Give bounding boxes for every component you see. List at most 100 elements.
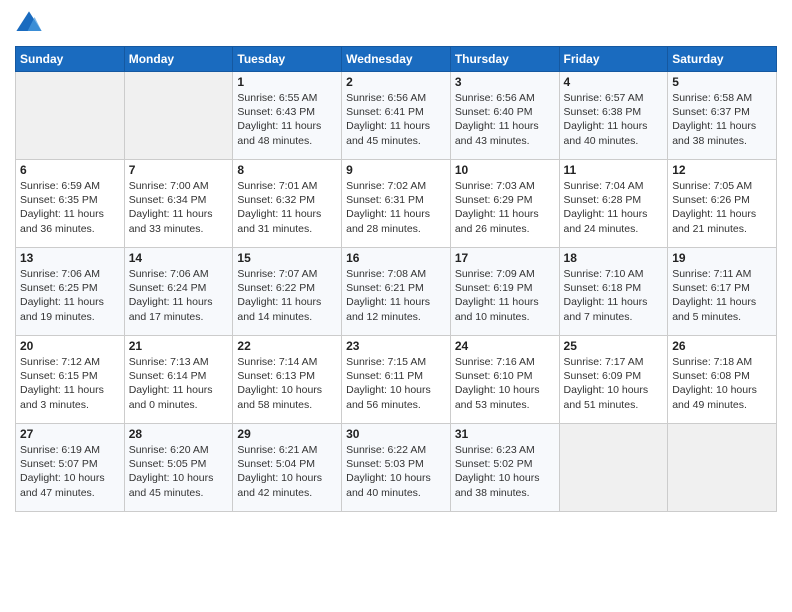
day-info: Sunrise: 7:12 AM Sunset: 6:15 PM Dayligh… — [20, 355, 120, 412]
day-number: 11 — [564, 163, 664, 177]
calendar-cell: 4Sunrise: 6:57 AM Sunset: 6:38 PM Daylig… — [559, 72, 668, 160]
day-info: Sunrise: 7:14 AM Sunset: 6:13 PM Dayligh… — [237, 355, 337, 412]
calendar-cell: 3 Sunrise: 6:56 AM Sunset: 6:40 PM Daylig… — [450, 72, 559, 160]
day-number: 26 — [672, 339, 772, 353]
day-info: Sunrise: 7:07 AM Sunset: 6:22 PM Dayligh… — [237, 267, 337, 324]
weekday-header-thursday: Thursday — [450, 47, 559, 72]
calendar-body: 1 Sunrise: 6:55 AM Sunset: 6:43 PM Daylig… — [16, 72, 777, 512]
day-info: Sunrise: 7:09 AM Sunset: 6:19 PM Dayligh… — [455, 267, 555, 324]
calendar-cell: 14 Sunrise: 7:06 AM Sunset: 6:24 PM Dayli… — [124, 248, 233, 336]
calendar-cell: 13 Sunrise: 7:06 AM Sunset: 6:25 PM Dayli… — [16, 248, 125, 336]
calendar-cell: 12 Sunrise: 7:05 AM Sunset: 6:26 PM Dayli… — [668, 160, 777, 248]
calendar-cell: 1 Sunrise: 6:55 AM Sunset: 6:43 PM Daylig… — [233, 72, 342, 160]
calendar-table: SundayMondayTuesdayWednesdayThursdayFrid… — [15, 46, 777, 512]
day-info: Sunrise: 6:56 AM Sunset: 6:40 PM Dayligh… — [455, 91, 555, 148]
day-number: 24 — [455, 339, 555, 353]
day-info: Sunrise: 7:03 AM Sunset: 6:29 PM Dayligh… — [455, 179, 555, 236]
day-number: 17 — [455, 251, 555, 265]
day-info: Sunrise: 6:22 AM Sunset: 5:03 PM Dayligh… — [346, 443, 446, 500]
calendar-cell: 9 Sunrise: 7:02 AM Sunset: 6:31 PM Daylig… — [342, 160, 451, 248]
calendar-cell: 31 Sunrise: 6:23 AM Sunset: 5:02 PM Dayli… — [450, 424, 559, 512]
calendar-cell: 24 Sunrise: 7:16 AM Sunset: 6:10 PM Dayli… — [450, 336, 559, 424]
calendar-cell: 17 Sunrise: 7:09 AM Sunset: 6:19 PM Dayli… — [450, 248, 559, 336]
day-info: Sunrise: 6:55 AM Sunset: 6:43 PM Dayligh… — [237, 91, 337, 148]
day-number: 21 — [129, 339, 229, 353]
calendar-cell — [559, 424, 668, 512]
day-number: 19 — [672, 251, 772, 265]
day-number: 8 — [237, 163, 337, 177]
day-number: 13 — [20, 251, 120, 265]
day-info: Sunrise: 7:10 AM Sunset: 6:18 PM Dayligh… — [564, 267, 664, 324]
calendar-cell — [16, 72, 125, 160]
day-info: Sunrise: 6:19 AM Sunset: 5:07 PM Dayligh… — [20, 443, 120, 500]
day-number: 20 — [20, 339, 120, 353]
day-number: 1 — [237, 75, 337, 89]
day-info: Sunrise: 6:23 AM Sunset: 5:02 PM Dayligh… — [455, 443, 555, 500]
day-info: Sunrise: 6:59 AM Sunset: 6:35 PM Dayligh… — [20, 179, 120, 236]
calendar-cell: 26 Sunrise: 7:18 AM Sunset: 6:08 PM Dayli… — [668, 336, 777, 424]
calendar-cell: 6 Sunrise: 6:59 AM Sunset: 6:35 PM Daylig… — [16, 160, 125, 248]
day-number: 10 — [455, 163, 555, 177]
day-number: 3 — [455, 75, 555, 89]
day-info: Sunrise: 7:16 AM Sunset: 6:10 PM Dayligh… — [455, 355, 555, 412]
logo-icon — [15, 10, 43, 38]
day-number: 28 — [129, 427, 229, 441]
calendar-cell: 8 Sunrise: 7:01 AM Sunset: 6:32 PM Daylig… — [233, 160, 342, 248]
weekday-header-saturday: Saturday — [668, 47, 777, 72]
day-number: 23 — [346, 339, 446, 353]
day-number: 27 — [20, 427, 120, 441]
day-info: Sunrise: 7:06 AM Sunset: 6:24 PM Dayligh… — [129, 267, 229, 324]
day-info: Sunrise: 7:01 AM Sunset: 6:32 PM Dayligh… — [237, 179, 337, 236]
day-info: Sunrise: 7:08 AM Sunset: 6:21 PM Dayligh… — [346, 267, 446, 324]
day-number: 15 — [237, 251, 337, 265]
calendar-cell: 27 Sunrise: 6:19 AM Sunset: 5:07 PM Dayli… — [16, 424, 125, 512]
calendar-cell: 2Sunrise: 6:56 AM Sunset: 6:41 PM Daylig… — [342, 72, 451, 160]
day-number: 22 — [237, 339, 337, 353]
day-info: Sunrise: 7:04 AM Sunset: 6:28 PM Dayligh… — [564, 179, 664, 236]
calendar-cell: 19Sunrise: 7:11 AM Sunset: 6:17 PM Dayli… — [668, 248, 777, 336]
day-info: Sunrise: 7:06 AM Sunset: 6:25 PM Dayligh… — [20, 267, 120, 324]
calendar-cell: 10 Sunrise: 7:03 AM Sunset: 6:29 PM Dayli… — [450, 160, 559, 248]
day-number: 12 — [672, 163, 772, 177]
page-container: SundayMondayTuesdayWednesdayThursdayFrid… — [0, 0, 792, 522]
calendar-cell: 22 Sunrise: 7:14 AM Sunset: 6:13 PM Dayli… — [233, 336, 342, 424]
calendar-week-2: 6 Sunrise: 6:59 AM Sunset: 6:35 PM Daylig… — [16, 160, 777, 248]
calendar-cell: 23 Sunrise: 7:15 AM Sunset: 6:11 PM Dayli… — [342, 336, 451, 424]
calendar-header: SundayMondayTuesdayWednesdayThursdayFrid… — [16, 47, 777, 72]
day-number: 4 — [564, 75, 664, 89]
calendar-week-5: 27 Sunrise: 6:19 AM Sunset: 5:07 PM Dayli… — [16, 424, 777, 512]
calendar-cell: 21 Sunrise: 7:13 AM Sunset: 6:14 PM Dayli… — [124, 336, 233, 424]
weekday-header-monday: Monday — [124, 47, 233, 72]
calendar-cell: 16Sunrise: 7:08 AM Sunset: 6:21 PM Dayli… — [342, 248, 451, 336]
calendar-cell: 5 Sunrise: 6:58 AM Sunset: 6:37 PM Daylig… — [668, 72, 777, 160]
calendar-week-1: 1 Sunrise: 6:55 AM Sunset: 6:43 PM Daylig… — [16, 72, 777, 160]
day-number: 9 — [346, 163, 446, 177]
day-number: 7 — [129, 163, 229, 177]
calendar-week-4: 20 Sunrise: 7:12 AM Sunset: 6:15 PM Dayli… — [16, 336, 777, 424]
day-info: Sunrise: 7:15 AM Sunset: 6:11 PM Dayligh… — [346, 355, 446, 412]
day-info: Sunrise: 7:05 AM Sunset: 6:26 PM Dayligh… — [672, 179, 772, 236]
day-info: Sunrise: 6:21 AM Sunset: 5:04 PM Dayligh… — [237, 443, 337, 500]
day-number: 14 — [129, 251, 229, 265]
weekday-header-sunday: Sunday — [16, 47, 125, 72]
day-info: Sunrise: 6:56 AM Sunset: 6:41 PM Dayligh… — [346, 91, 446, 148]
weekday-header-tuesday: Tuesday — [233, 47, 342, 72]
day-number: 18 — [564, 251, 664, 265]
calendar-cell: 20 Sunrise: 7:12 AM Sunset: 6:15 PM Dayli… — [16, 336, 125, 424]
day-number: 5 — [672, 75, 772, 89]
day-info: Sunrise: 7:02 AM Sunset: 6:31 PM Dayligh… — [346, 179, 446, 236]
day-info: Sunrise: 7:18 AM Sunset: 6:08 PM Dayligh… — [672, 355, 772, 412]
day-number: 29 — [237, 427, 337, 441]
calendar-cell: 28Sunrise: 6:20 AM Sunset: 5:05 PM Dayli… — [124, 424, 233, 512]
calendar-cell: 7 Sunrise: 7:00 AM Sunset: 6:34 PM Daylig… — [124, 160, 233, 248]
day-number: 6 — [20, 163, 120, 177]
day-info: Sunrise: 7:00 AM Sunset: 6:34 PM Dayligh… — [129, 179, 229, 236]
day-info: Sunrise: 7:13 AM Sunset: 6:14 PM Dayligh… — [129, 355, 229, 412]
day-number: 31 — [455, 427, 555, 441]
calendar-cell: 29 Sunrise: 6:21 AM Sunset: 5:04 PM Dayli… — [233, 424, 342, 512]
day-info: Sunrise: 6:58 AM Sunset: 6:37 PM Dayligh… — [672, 91, 772, 148]
calendar-cell: 11 Sunrise: 7:04 AM Sunset: 6:28 PM Dayli… — [559, 160, 668, 248]
weekday-row: SundayMondayTuesdayWednesdayThursdayFrid… — [16, 47, 777, 72]
calendar-cell: 25Sunrise: 7:17 AM Sunset: 6:09 PM Dayli… — [559, 336, 668, 424]
day-info: Sunrise: 7:17 AM Sunset: 6:09 PM Dayligh… — [564, 355, 664, 412]
